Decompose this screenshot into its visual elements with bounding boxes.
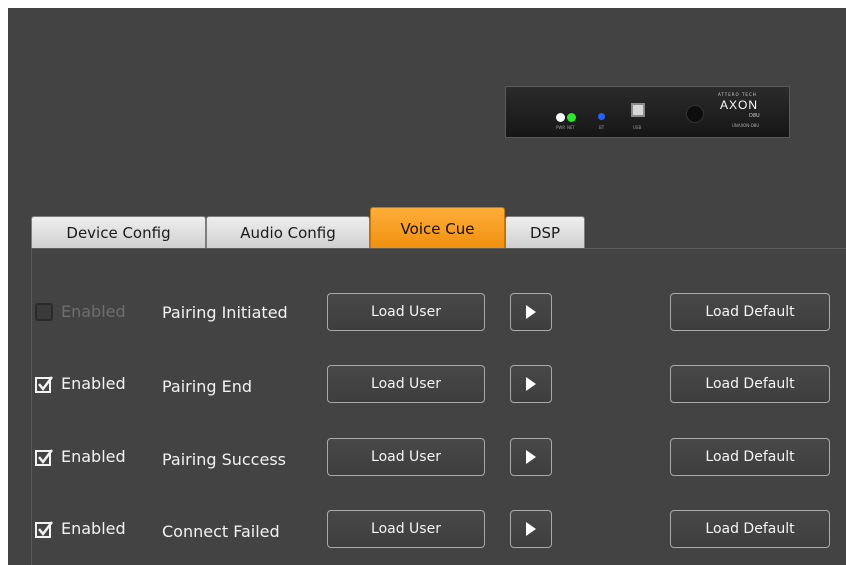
voice-cue-row-pairing-success: Enabled Pairing Success Load User Load D… bbox=[8, 437, 846, 479]
button-label: Load Default bbox=[705, 376, 795, 392]
cue-name: Connect Failed bbox=[162, 522, 280, 541]
network-led-icon bbox=[567, 113, 576, 122]
tab-label: Voice Cue bbox=[400, 219, 475, 238]
load-user-button[interactable]: Load User bbox=[327, 510, 485, 548]
checkbox-checked-icon bbox=[35, 376, 53, 393]
device-label-net: NET bbox=[567, 125, 575, 130]
enabled-label[interactable]: Enabled bbox=[61, 447, 126, 466]
device-label-bt: BT bbox=[599, 125, 605, 130]
enabled-label[interactable]: Enabled bbox=[61, 374, 126, 393]
enabled-checkbox[interactable] bbox=[35, 375, 53, 393]
cue-name: Pairing Initiated bbox=[162, 303, 288, 322]
usb-port-icon bbox=[631, 103, 645, 117]
device-label-usb: USB bbox=[633, 125, 642, 130]
checkbox-checked-icon bbox=[35, 521, 53, 538]
device-model: D8U bbox=[749, 113, 760, 119]
load-user-button[interactable]: Load User bbox=[327, 438, 485, 476]
button-label: Load Default bbox=[705, 304, 795, 320]
app-window: PWR NET BT USB ATTERO TECH AXON D8U UNAX… bbox=[8, 8, 846, 565]
power-led-icon bbox=[556, 113, 565, 122]
enabled-checkbox[interactable] bbox=[35, 448, 53, 466]
load-user-button[interactable]: Load User bbox=[327, 365, 485, 403]
button-label: Load Default bbox=[705, 521, 795, 537]
load-default-button[interactable]: Load Default bbox=[670, 293, 830, 331]
voice-cue-row-pairing-initiated: Enabled Pairing Initiated Load User Load… bbox=[8, 292, 846, 334]
tab-label: Device Config bbox=[66, 224, 171, 242]
play-button[interactable] bbox=[510, 293, 552, 331]
device-brand: AXON bbox=[720, 98, 759, 112]
cue-name: Pairing End bbox=[162, 377, 252, 396]
enabled-label[interactable]: Enabled bbox=[61, 302, 126, 321]
load-default-button[interactable]: Load Default bbox=[670, 438, 830, 476]
load-default-button[interactable]: Load Default bbox=[670, 510, 830, 548]
voice-cue-row-connect-failed: Enabled Connect Failed Load User Load De… bbox=[8, 509, 846, 551]
load-default-button[interactable]: Load Default bbox=[670, 365, 830, 403]
tab-audio-config[interactable]: Audio Config bbox=[206, 216, 370, 249]
button-label: Load User bbox=[371, 376, 441, 392]
device-image: PWR NET BT USB ATTERO TECH AXON D8U UNAX… bbox=[505, 86, 790, 138]
play-icon bbox=[526, 522, 536, 536]
play-icon bbox=[526, 377, 536, 391]
enabled-checkbox[interactable] bbox=[35, 520, 53, 538]
tab-dsp[interactable]: DSP bbox=[505, 216, 585, 249]
tab-label: DSP bbox=[529, 224, 561, 242]
play-icon bbox=[526, 305, 536, 319]
tab-voice-cue[interactable]: Voice Cue bbox=[370, 207, 505, 249]
checkbox-checked-icon bbox=[35, 449, 53, 466]
device-serial: UNAXON-D8U bbox=[732, 123, 760, 128]
play-button[interactable] bbox=[510, 438, 552, 476]
tab-label: Audio Config bbox=[240, 224, 336, 242]
device-brand-top: ATTERO TECH bbox=[718, 92, 757, 97]
button-label: Load Default bbox=[705, 449, 795, 465]
device-knob-icon bbox=[686, 105, 704, 123]
enabled-label[interactable]: Enabled bbox=[61, 519, 126, 538]
button-label: Load User bbox=[371, 304, 441, 320]
voice-cue-row-pairing-end: Enabled Pairing End Load User Load Defau… bbox=[8, 364, 846, 406]
enabled-checkbox[interactable] bbox=[35, 303, 53, 321]
play-button[interactable] bbox=[510, 365, 552, 403]
cue-name: Pairing Success bbox=[162, 450, 286, 469]
button-label: Load User bbox=[371, 449, 441, 465]
button-label: Load User bbox=[371, 521, 441, 537]
device-label-pwr: PWR bbox=[556, 125, 566, 130]
play-icon bbox=[526, 450, 536, 464]
load-user-button[interactable]: Load User bbox=[327, 293, 485, 331]
tab-device-config[interactable]: Device Config bbox=[31, 216, 206, 249]
play-button[interactable] bbox=[510, 510, 552, 548]
bluetooth-led-icon bbox=[598, 113, 605, 120]
